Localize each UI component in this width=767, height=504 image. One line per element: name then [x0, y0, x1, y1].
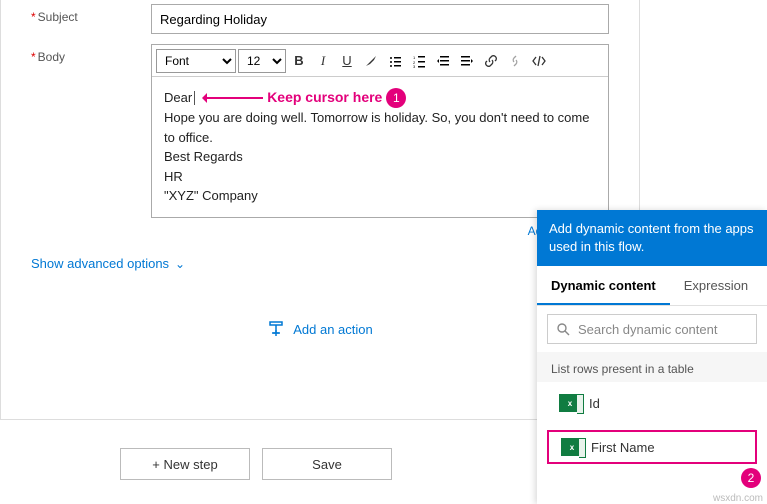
- body-row: *Body Font 12 B I U 123: [31, 44, 609, 218]
- editor-line: Best Regards: [164, 147, 596, 167]
- chip-id[interactable]: x Id: [547, 388, 757, 418]
- panel-tabs: Dynamic content Expression: [537, 266, 767, 306]
- body-label: *Body: [31, 44, 151, 218]
- body-editor[interactable]: Dear Keep cursor here 1 Hope you are doi…: [152, 77, 608, 217]
- subject-row: *Subject: [31, 4, 609, 34]
- panel-section-label: List rows present in a table: [537, 352, 767, 382]
- text-cursor: [194, 91, 195, 105]
- subject-label: *Subject: [31, 4, 151, 34]
- highlight-button[interactable]: [360, 50, 382, 72]
- annotation-text: Keep cursor here: [267, 87, 382, 108]
- search-placeholder: Search dynamic content: [578, 322, 717, 337]
- unlink-button[interactable]: [504, 50, 526, 72]
- watermark: wsxdn.com: [713, 493, 763, 504]
- save-button[interactable]: Save: [262, 448, 392, 480]
- font-family-select[interactable]: Font: [156, 49, 236, 73]
- new-step-button[interactable]: + New step: [120, 448, 250, 480]
- bottom-buttons: + New step Save: [120, 448, 392, 480]
- annotation-badge-2: 2: [741, 468, 761, 488]
- editor-line: Hope you are doing well. Tomorrow is hol…: [164, 108, 596, 147]
- chevron-down-icon: ⌄: [175, 257, 185, 271]
- panel-header: Add dynamic content from the apps used i…: [537, 210, 767, 266]
- font-size-select[interactable]: 12: [238, 49, 286, 73]
- chip-label: First Name: [591, 440, 655, 455]
- editor-text-dear: Dear: [164, 88, 192, 108]
- panel-search[interactable]: Search dynamic content: [547, 314, 757, 344]
- show-advanced-options[interactable]: Show advanced options ⌄: [31, 256, 185, 271]
- search-icon: [556, 322, 570, 336]
- italic-button[interactable]: I: [312, 50, 334, 72]
- outdent-button[interactable]: [432, 50, 454, 72]
- excel-icon: x: [559, 394, 581, 412]
- chip-first-name[interactable]: x First Name: [547, 430, 757, 464]
- rich-text-toolbar: Font 12 B I U 123: [152, 45, 608, 77]
- editor-line: "XYZ" Company: [164, 186, 596, 206]
- dynamic-content-panel: Add dynamic content from the apps used i…: [537, 210, 767, 504]
- svg-text:3: 3: [413, 64, 416, 68]
- body-box: Font 12 B I U 123: [151, 44, 609, 218]
- link-button[interactable]: [480, 50, 502, 72]
- bullet-list-button[interactable]: [384, 50, 406, 72]
- bold-button[interactable]: B: [288, 50, 310, 72]
- tab-expression[interactable]: Expression: [670, 266, 762, 305]
- chip-label: Id: [589, 396, 600, 411]
- tab-dynamic-content[interactable]: Dynamic content: [537, 266, 670, 305]
- excel-icon: x: [561, 438, 583, 456]
- underline-button[interactable]: U: [336, 50, 358, 72]
- annotation-badge-1: 1: [386, 88, 406, 108]
- indent-button[interactable]: [456, 50, 478, 72]
- editor-line: HR: [164, 167, 596, 187]
- annotation-arrow: [203, 97, 263, 99]
- subject-input[interactable]: [151, 4, 609, 34]
- add-dynamic-link[interactable]: Add dynamic: [31, 224, 609, 238]
- code-view-button[interactable]: [528, 50, 550, 72]
- number-list-button[interactable]: 123: [408, 50, 430, 72]
